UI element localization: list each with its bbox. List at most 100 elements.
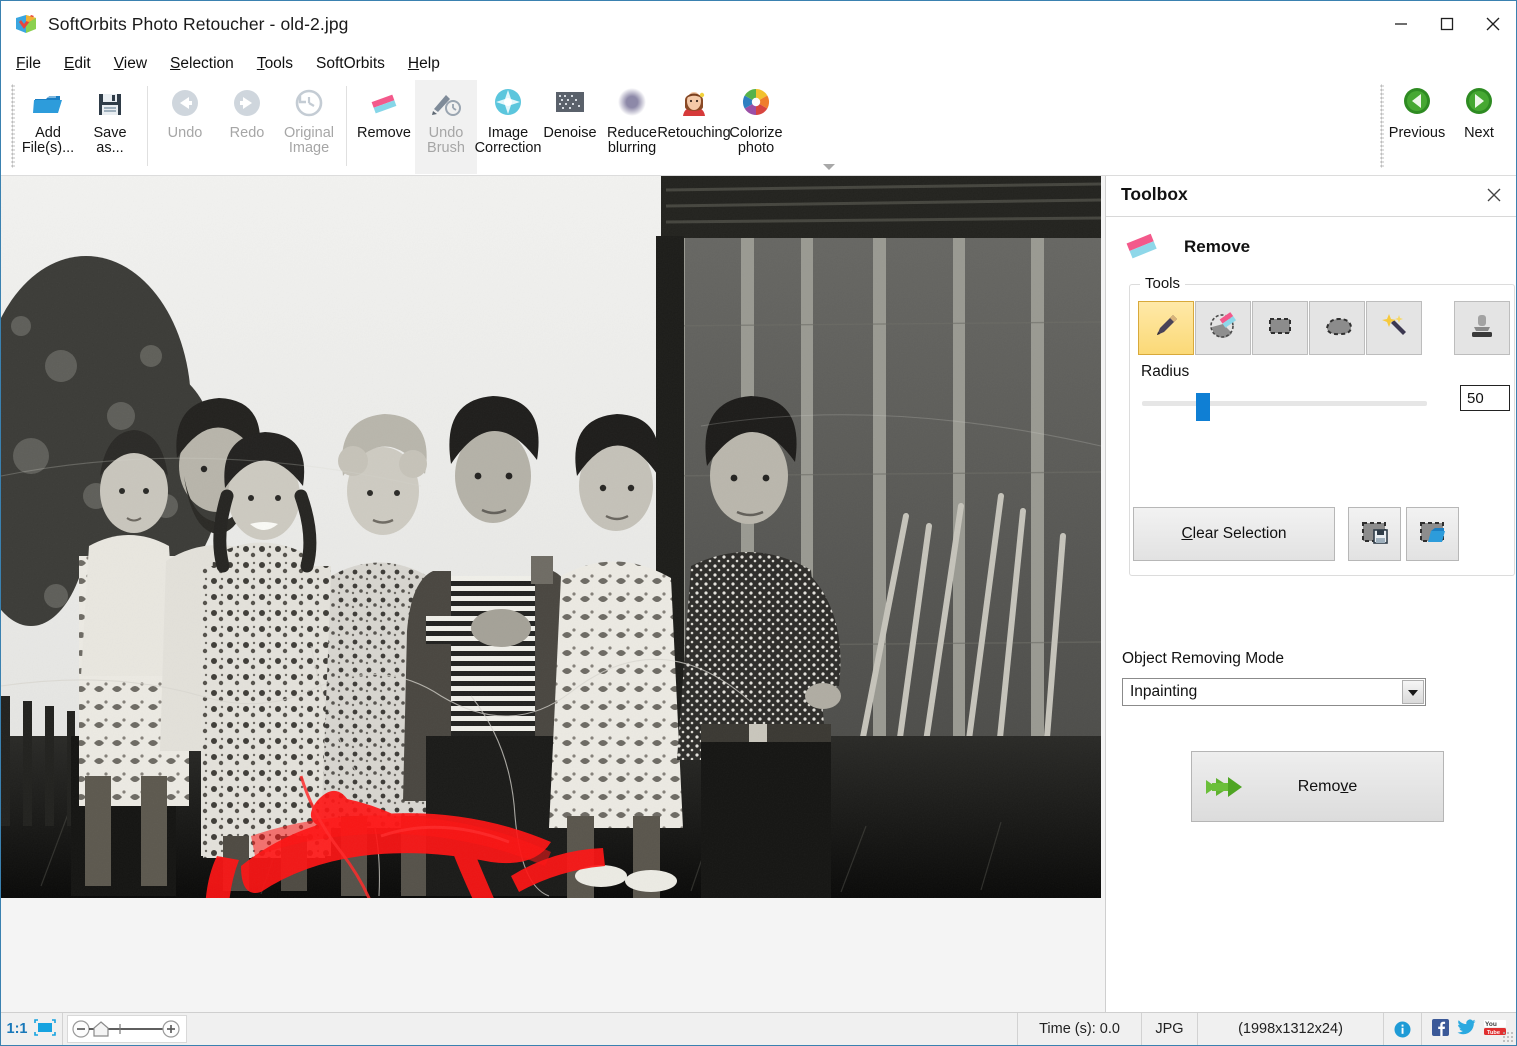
ribbon-separator: [147, 86, 148, 166]
color-wheel-icon: [739, 87, 773, 121]
format-indicator: JPG: [1142, 1013, 1198, 1045]
window-controls: [1378, 1, 1516, 47]
clock-history-icon: [292, 87, 326, 121]
svg-text:Tube: Tube: [1487, 1029, 1500, 1035]
maximize-button[interactable]: [1424, 1, 1470, 47]
save-selection-icon: [1360, 519, 1390, 550]
menu-selection[interactable]: Selection: [169, 53, 235, 75]
remove-action-label: Remove: [1246, 778, 1409, 796]
clear-selection-button[interactable]: Clear Selection: [1133, 507, 1335, 561]
minimize-button[interactable]: [1378, 1, 1424, 47]
zoom-slider[interactable]: [67, 1015, 187, 1043]
ribbon-reduce-blurring[interactable]: Reduce blurring: [601, 80, 663, 174]
object-removing-mode-select[interactable]: Inpainting: [1122, 678, 1426, 706]
load-selection-button[interactable]: [1406, 507, 1459, 561]
green-double-arrow-icon: [1204, 772, 1246, 802]
woman-portrait-icon: [677, 87, 711, 121]
ribbon-next[interactable]: Next: [1448, 80, 1510, 174]
menu-tools[interactable]: Tools: [256, 53, 294, 75]
ribbon-redo[interactable]: Redo: [216, 80, 278, 174]
status-bar: 1:1: [1, 1012, 1516, 1045]
radius-slider-thumb[interactable]: [1196, 393, 1210, 421]
ribbon-add-files[interactable]: Add File(s)...: [17, 80, 79, 174]
svg-text:You: You: [1485, 1021, 1497, 1028]
facebook-icon[interactable]: [1432, 1019, 1449, 1040]
clear-selection-label: Clear Selection: [1181, 525, 1286, 543]
load-selection-icon: [1418, 519, 1448, 550]
ribbon-toolbar: Add File(s)... Save as...: [1, 80, 1516, 176]
fit-to-screen-icon[interactable]: [34, 1019, 56, 1040]
sparkle-star-icon: [491, 87, 525, 121]
menu-file[interactable]: File: [15, 53, 42, 75]
ribbon-grip: [11, 84, 15, 168]
menu-edit[interactable]: Edit: [63, 53, 92, 75]
ribbon-label: Image Correction: [475, 126, 542, 156]
active-tool-name: Remove: [1184, 237, 1250, 257]
toolbox-panel: Toolbox Remove Tools: [1106, 176, 1516, 1012]
chevron-down-icon[interactable]: [822, 159, 836, 169]
ribbon-denoise[interactable]: Denoise: [539, 80, 601, 174]
time-indicator: Time (s): 0.0: [1018, 1013, 1142, 1045]
ribbon-nav-grip: [1380, 84, 1384, 168]
magic-wand-tool-button[interactable]: [1366, 301, 1422, 355]
image-canvas-area[interactable]: [1, 176, 1106, 1014]
status-spacer: [187, 1013, 1018, 1045]
tools-group-title: Tools: [1140, 275, 1185, 292]
lasso-icon: [1322, 311, 1352, 346]
ribbon-label: Retouching: [657, 126, 730, 141]
save-selection-button[interactable]: [1348, 507, 1401, 561]
eraser-icon: [1122, 230, 1162, 264]
ribbon-label: Undo Brush: [427, 126, 465, 156]
ribbon-previous[interactable]: Previous: [1386, 80, 1448, 174]
radius-slider[interactable]: [1142, 393, 1427, 415]
edited-photo[interactable]: [1, 176, 1101, 898]
ribbon-retouching[interactable]: Retouching: [663, 80, 725, 174]
menu-help[interactable]: Help: [407, 53, 441, 75]
open-folder-icon: [31, 87, 65, 121]
clone-stamp-icon: [1467, 311, 1497, 346]
menu-view[interactable]: View: [113, 53, 148, 75]
ribbon-label: Remove: [357, 126, 411, 141]
rectangle-select-tool-button[interactable]: [1252, 301, 1308, 355]
toolbox-title: Toolbox: [1121, 184, 1188, 205]
eraser-round-icon: [1208, 311, 1238, 346]
dimensions-indicator: (1998x1312x24): [1198, 1013, 1384, 1045]
remove-action-button[interactable]: Remove: [1191, 751, 1444, 822]
pencil-icon: [1151, 311, 1181, 346]
ribbon-undo-brush[interactable]: Undo Brush: [415, 80, 477, 174]
menu-softorbits[interactable]: SoftOrbits: [315, 53, 386, 75]
ribbon-label: Next: [1464, 126, 1494, 141]
zoom-ratio-indicator[interactable]: 1:1: [1, 1013, 63, 1045]
chevron-down-icon[interactable]: [1402, 680, 1424, 704]
tool-buttons-row: [1138, 301, 1511, 355]
ribbon-label: Denoise: [543, 126, 596, 141]
eraser-icon: [367, 87, 401, 121]
eraser-tool-button[interactable]: [1195, 301, 1251, 355]
ribbon-undo[interactable]: Undo: [154, 80, 216, 174]
object-removing-mode-value: Inpainting: [1130, 683, 1197, 701]
ribbon-image-correction[interactable]: Image Correction: [477, 80, 539, 174]
close-button[interactable]: [1470, 1, 1516, 47]
redo-arrow-icon: [230, 87, 264, 121]
radius-value-input[interactable]: 50: [1460, 385, 1510, 411]
close-icon[interactable]: [1482, 183, 1506, 207]
application-window: SoftOrbits Photo Retoucher - old-2.jpg F…: [0, 0, 1517, 1046]
ribbon-remove[interactable]: Remove: [353, 80, 415, 174]
lasso-select-tool-button[interactable]: [1309, 301, 1365, 355]
resize-grip[interactable]: [1502, 1031, 1514, 1043]
brush-undo-icon: [429, 87, 463, 121]
ribbon-original-image[interactable]: Original Image: [278, 80, 340, 174]
blur-circle-icon: [615, 87, 649, 121]
noise-grid-icon: [553, 87, 587, 121]
ribbon-label: Add File(s)...: [22, 126, 74, 156]
twitter-icon[interactable]: [1457, 1019, 1476, 1039]
brush-tool-button[interactable]: [1138, 301, 1194, 355]
radius-label: Radius: [1141, 363, 1189, 381]
ribbon-colorize-photo[interactable]: Colorize photo: [725, 80, 787, 174]
menu-bar: File Edit View Selection Tools SoftOrbit…: [1, 47, 1516, 80]
info-icon[interactable]: [1384, 1013, 1422, 1045]
ribbon-label: Undo: [168, 126, 203, 141]
ribbon-save-as[interactable]: Save as...: [79, 80, 141, 174]
clone-stamp-tool-button[interactable]: [1454, 301, 1510, 355]
radius-slider-track[interactable]: [1142, 401, 1427, 406]
